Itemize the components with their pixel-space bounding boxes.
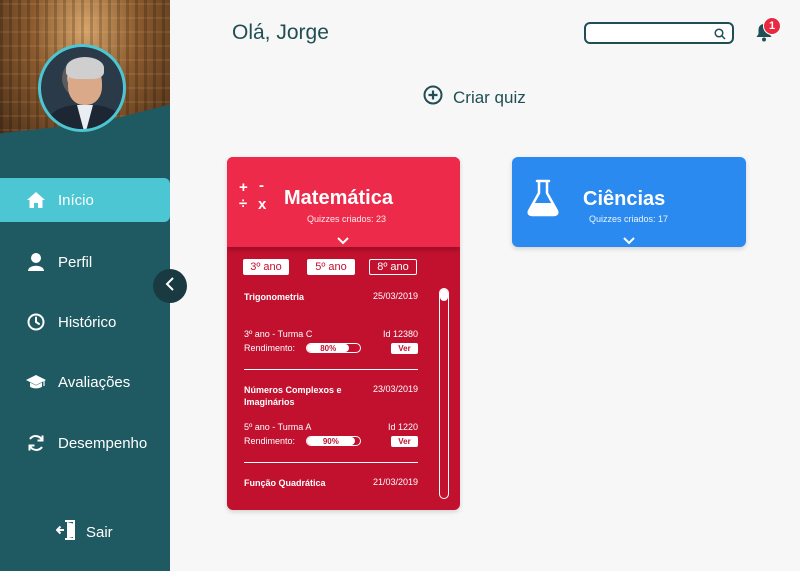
card-subtitle: Quizzes criados: 17 — [589, 214, 669, 224]
grade-tabs: 3º ano 5º ano 8º ano — [243, 259, 447, 275]
chevron-down-icon[interactable] — [337, 232, 349, 250]
door-exit-icon — [55, 520, 76, 544]
logout-button[interactable]: Sair — [55, 520, 113, 544]
graduation-cap-icon — [26, 372, 46, 392]
quiz-list: Trigonometria 25/03/2019 3º ano - Turma … — [244, 287, 420, 497]
tab-5-ano[interactable]: 5º ano — [307, 259, 355, 275]
sidebar-item-inicio[interactable]: Início — [0, 178, 170, 222]
list-item[interactable]: Trigonometria 25/03/2019 3º ano - Turma … — [244, 287, 420, 377]
performance-label: Rendimento: — [244, 436, 296, 446]
quiz-id: Id 12380 — [382, 329, 418, 339]
sidebar-item-label: Histórico — [58, 313, 117, 331]
performance-value: 90% — [307, 437, 355, 445]
quiz-date: 25/03/2019 — [372, 291, 418, 301]
sidebar-item-historico[interactable]: Histórico — [0, 300, 170, 344]
create-quiz-button[interactable]: Criar quiz — [423, 85, 526, 110]
view-quiz-button[interactable]: Ver — [391, 343, 418, 354]
search-icon[interactable] — [714, 27, 726, 45]
search-box[interactable] — [584, 22, 734, 44]
plus-circle-icon — [423, 85, 443, 110]
chevron-left-icon — [165, 276, 175, 296]
divider — [244, 462, 418, 463]
quiz-id: Id 1220 — [387, 422, 418, 432]
sidebar-item-desempenho[interactable]: Desempenho — [0, 421, 170, 465]
quiz-name: Números Complexos e Imaginários — [244, 385, 342, 407]
quiz-date: 23/03/2019 — [372, 384, 418, 394]
list-item[interactable]: Números Complexos e Imaginários 23/03/20… — [244, 380, 420, 470]
scrollbar-thumb[interactable] — [440, 289, 448, 301]
performance-label: Rendimento: — [244, 343, 296, 353]
subject-card-matematica: + - ÷ x Matemática Quizzes criados: 23 3… — [227, 157, 460, 510]
quiz-name: Função Quadrática — [244, 478, 326, 488]
card-header[interactable]: + - ÷ x Matemática Quizzes criados: 23 — [227, 157, 460, 247]
quiz-list-scrollbar[interactable] — [439, 288, 449, 499]
quiz-name: Trigonometria — [244, 292, 305, 302]
quiz-date: 21/03/2019 — [372, 477, 418, 487]
flask-icon — [526, 179, 560, 222]
sidebar-item-label: Início — [58, 191, 94, 209]
card-subtitle: Quizzes criados: 23 — [307, 214, 387, 224]
notification-badge: 1 — [763, 17, 781, 35]
sidebar-item-label: Avaliações — [58, 373, 131, 391]
home-icon — [26, 190, 46, 210]
card-title: Matemática — [284, 187, 393, 209]
logout-label: Sair — [86, 523, 113, 541]
subject-card-ciencias[interactable]: Ciências Quizzes criados: 17 — [512, 157, 746, 247]
sidebar-item-label: Desempenho — [58, 434, 148, 452]
performance-value: 80% — [307, 344, 350, 352]
performance-bar: 90% — [306, 436, 361, 446]
quiz-class: 3º ano - Turma C — [244, 329, 313, 339]
create-quiz-label: Criar quiz — [453, 87, 526, 107]
divider — [244, 369, 418, 370]
sidebar: Início Perfil Histórico Avaliações Desem… — [0, 0, 170, 571]
sidebar-item-avaliacoes[interactable]: Avaliações — [0, 360, 170, 404]
list-item[interactable]: Função Quadrática 21/03/2019 — [244, 473, 420, 497]
performance-bar: 80% — [306, 343, 361, 353]
tab-3-ano[interactable]: 3º ano — [243, 259, 289, 275]
card-title: Ciências — [583, 188, 666, 210]
math-operators-icon: + - ÷ x — [239, 177, 267, 213]
quiz-class: 5º ano - Turma A — [244, 422, 312, 432]
greeting-title: Olá, Jorge — [232, 21, 329, 44]
clock-icon — [26, 312, 46, 332]
avatar[interactable] — [38, 44, 126, 132]
collapse-sidebar-button[interactable] — [153, 269, 187, 303]
sidebar-item-perfil[interactable]: Perfil — [0, 240, 170, 284]
tab-8-ano[interactable]: 8º ano — [369, 259, 417, 275]
refresh-icon — [26, 433, 46, 453]
chevron-down-icon[interactable] — [623, 232, 635, 250]
user-icon — [26, 252, 46, 272]
sidebar-item-label: Perfil — [58, 253, 93, 271]
view-quiz-button[interactable]: Ver — [391, 436, 418, 447]
search-input[interactable] — [592, 25, 712, 43]
